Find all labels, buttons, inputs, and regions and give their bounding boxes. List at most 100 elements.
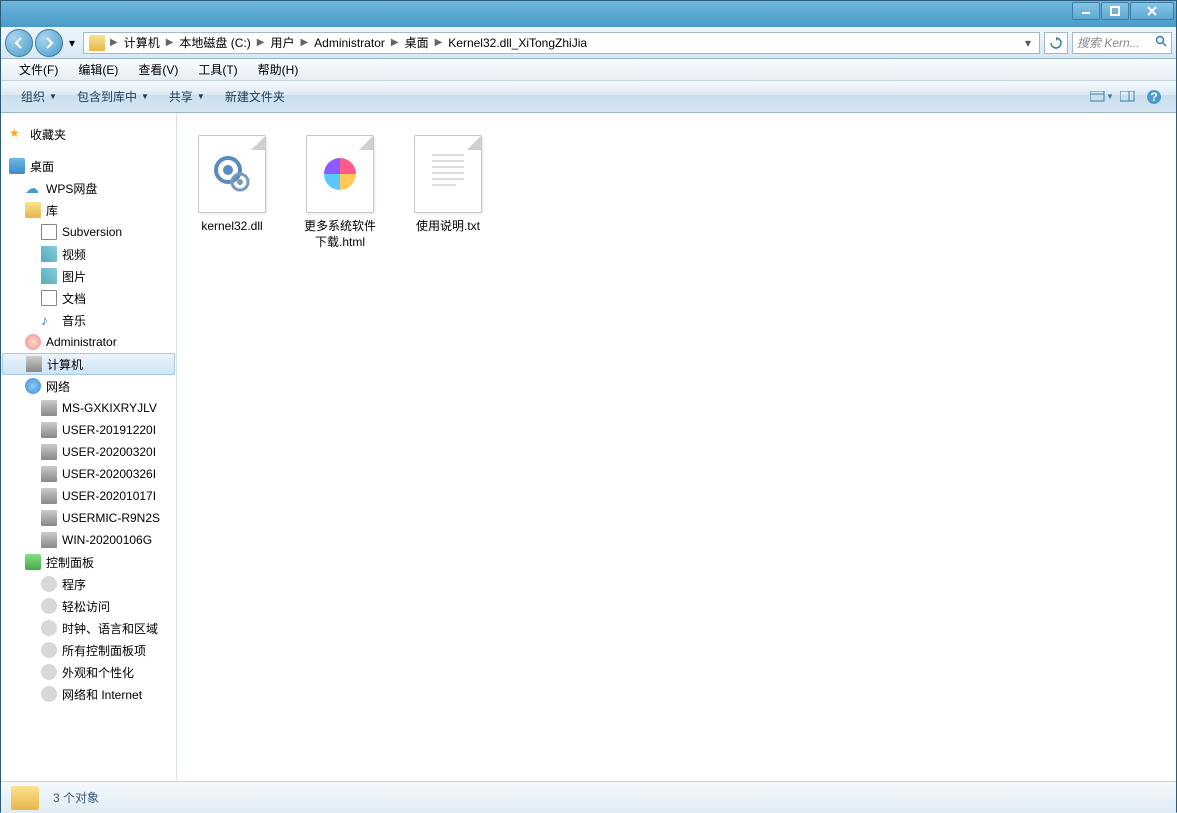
folder-icon	[89, 35, 105, 51]
search-placeholder: 搜索 Kern...	[1077, 34, 1140, 51]
file-name: kernel32.dll	[201, 219, 262, 235]
address-bar[interactable]: ▶ 计算机 ▶ 本地磁盘 (C:) ▶ 用户 ▶ Administrator ▶…	[83, 32, 1040, 54]
svg-text:?: ?	[1150, 90, 1157, 104]
tree-documents[interactable]: 文档	[1, 287, 176, 309]
tree-cp-item[interactable]: 时钟、语言和区域	[1, 617, 176, 639]
tree-pictures[interactable]: 图片	[1, 265, 176, 287]
tree-network-pc[interactable]: USER-20191220I	[1, 419, 176, 441]
computer-icon	[26, 356, 42, 372]
tree-computer[interactable]: 计算机	[2, 353, 175, 375]
menu-edit[interactable]: 编辑(E)	[68, 59, 128, 80]
programs-icon	[41, 576, 57, 592]
computer-icon	[41, 444, 57, 460]
navigation-bar: ▾ ▶ 计算机 ▶ 本地磁盘 (C:) ▶ 用户 ▶ Administrator…	[1, 27, 1176, 59]
network-icon	[25, 378, 41, 394]
menu-tools[interactable]: 工具(T)	[188, 59, 247, 80]
file-item-html[interactable]: 更多系统软件下载.html	[295, 131, 385, 254]
file-item-dll[interactable]: kernel32.dll	[187, 131, 277, 239]
library-icon	[25, 202, 41, 218]
titlebar	[1, 1, 1176, 27]
include-in-library-button[interactable]: 包含到库中▼	[67, 84, 159, 109]
breadcrumb-item[interactable]: 本地磁盘 (C:)	[175, 34, 254, 51]
html-file-icon	[306, 135, 374, 213]
tree-administrator[interactable]: Administrator	[1, 331, 176, 353]
computer-icon	[41, 488, 57, 504]
computer-icon	[41, 510, 57, 526]
search-input[interactable]: 搜索 Kern...	[1072, 32, 1172, 54]
status-text: 3 个对象	[53, 789, 99, 806]
tree-favorites[interactable]: ★收藏夹	[1, 123, 176, 145]
chevron-right-icon: ▶	[255, 37, 267, 48]
video-icon	[41, 246, 57, 262]
dll-file-icon	[198, 135, 266, 213]
breadcrumb-item[interactable]: Kernel32.dll_XiTongZhiJia	[444, 36, 591, 50]
chevron-right-icon: ▶	[433, 37, 445, 48]
menu-file[interactable]: 文件(F)	[9, 59, 68, 80]
tree-network-pc[interactable]: USER-20200320I	[1, 441, 176, 463]
share-button[interactable]: 共享▼	[159, 84, 215, 109]
pictures-icon	[41, 268, 57, 284]
refresh-button[interactable]	[1044, 32, 1068, 54]
organize-button[interactable]: 组织▼	[11, 84, 67, 109]
tree-network-pc[interactable]: WIN-20200106G	[1, 529, 176, 551]
control-panel-icon	[25, 554, 41, 570]
tree-network-pc[interactable]: USER-20200326I	[1, 463, 176, 485]
chevron-right-icon: ▶	[389, 37, 401, 48]
menu-bar: 文件(F) 编辑(E) 查看(V) 工具(T) 帮助(H)	[1, 59, 1176, 81]
music-icon: ♪	[41, 312, 57, 328]
clock-region-icon	[41, 620, 57, 636]
file-item-txt[interactable]: 使用说明.txt	[403, 131, 493, 239]
ease-of-access-icon	[41, 598, 57, 614]
new-folder-button[interactable]: 新建文件夹	[215, 84, 295, 109]
tree-control-panel[interactable]: 控制面板	[1, 551, 176, 573]
tree-music[interactable]: ♪音乐	[1, 309, 176, 331]
tree-cp-item[interactable]: 轻松访问	[1, 595, 176, 617]
tree-desktop[interactable]: 桌面	[1, 155, 176, 177]
tree-network-pc[interactable]: MS-GXKIXRYJLV	[1, 397, 176, 419]
tree-library[interactable]: 库	[1, 199, 176, 221]
desktop-icon	[9, 158, 25, 174]
cloud-icon: ☁	[25, 180, 41, 196]
computer-icon	[41, 532, 57, 548]
appearance-icon	[41, 664, 57, 680]
breadcrumb-item[interactable]: Administrator	[310, 36, 389, 50]
star-icon: ★	[9, 126, 25, 142]
file-name: 更多系统软件下载.html	[299, 219, 381, 250]
address-dropdown[interactable]: ▾	[1017, 36, 1039, 50]
minimize-button[interactable]	[1072, 2, 1100, 20]
search-icon	[1155, 35, 1167, 50]
breadcrumb-item[interactable]: 用户	[266, 34, 298, 51]
tree-network-pc[interactable]: USER-20201017I	[1, 485, 176, 507]
tree-cp-item[interactable]: 外观和个性化	[1, 661, 176, 683]
breadcrumb-item[interactable]: 计算机	[120, 34, 164, 51]
menu-view[interactable]: 查看(V)	[128, 59, 188, 80]
tree-cp-item[interactable]: 网络和 Internet	[1, 683, 176, 705]
computer-icon	[41, 422, 57, 438]
nav-history-dropdown[interactable]: ▾	[65, 33, 79, 53]
document-icon	[41, 290, 57, 306]
maximize-button[interactable]	[1101, 2, 1129, 20]
user-icon	[25, 334, 41, 350]
forward-button[interactable]	[35, 29, 63, 57]
help-button[interactable]: ?	[1142, 85, 1166, 109]
close-button[interactable]	[1130, 2, 1174, 20]
txt-file-icon	[414, 135, 482, 213]
chevron-right-icon: ▶	[298, 37, 310, 48]
status-bar: 3 个对象	[1, 781, 1176, 813]
tree-wps[interactable]: ☁WPS网盘	[1, 177, 176, 199]
back-button[interactable]	[5, 29, 33, 57]
breadcrumb-item[interactable]: 桌面	[401, 34, 433, 51]
tree-network-pc[interactable]: USERMIC-R9N2S	[1, 507, 176, 529]
computer-icon	[41, 466, 57, 482]
folder-icon	[11, 786, 39, 810]
tree-cp-item[interactable]: 程序	[1, 573, 176, 595]
tree-video[interactable]: 视频	[1, 243, 176, 265]
chevron-right-icon: ▶	[108, 37, 120, 48]
view-options-button[interactable]: ▼	[1090, 85, 1114, 109]
menu-help[interactable]: 帮助(H)	[248, 59, 309, 80]
tree-cp-item[interactable]: 所有控制面板项	[1, 639, 176, 661]
tree-network[interactable]: 网络	[1, 375, 176, 397]
preview-pane-button[interactable]	[1116, 85, 1140, 109]
tree-subversion[interactable]: Subversion	[1, 221, 176, 243]
content-area: ★收藏夹 桌面 ☁WPS网盘 库 Subversion 视频 图片 文档 ♪音乐…	[1, 113, 1176, 781]
